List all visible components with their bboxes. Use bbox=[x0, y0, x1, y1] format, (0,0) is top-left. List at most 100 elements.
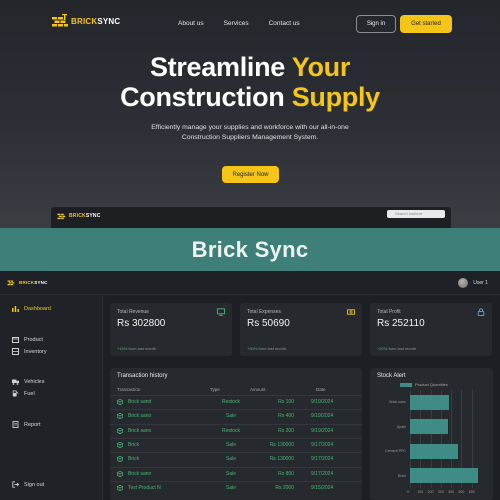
preview-search-input[interactable]: Search content bbox=[387, 210, 445, 218]
box-icon bbox=[12, 336, 19, 343]
table-row[interactable]: Brick Sale Rs 130000 9/17/2024 bbox=[110, 437, 362, 452]
table-row[interactable]: Test Product N Sale Rs 2000 9/15/2024 bbox=[110, 480, 362, 495]
transaction-date: 9/15/2024 bbox=[311, 484, 334, 491]
table-row[interactable]: Brick sano Sale Rs 800 9/17/2024 bbox=[110, 466, 362, 481]
preview-logo: BRICKSYNC bbox=[57, 212, 101, 220]
transaction-name: Test Product N bbox=[128, 484, 161, 491]
sidebar-item-vehicles[interactable]: Vehicles bbox=[12, 378, 45, 385]
card-label: Total Revenue bbox=[117, 309, 149, 315]
bar[interactable] bbox=[410, 394, 450, 410]
transaction-type: Sale bbox=[225, 441, 236, 448]
sidebar-item-sign-out[interactable]: Sign out bbox=[12, 481, 44, 488]
brand-name: BRICKSYNC bbox=[71, 16, 121, 26]
transaction-history-panel: Transaction history Transaction Type Amo… bbox=[110, 368, 362, 500]
cash-icon bbox=[347, 309, 355, 315]
nav-services[interactable]: Services bbox=[224, 20, 249, 27]
avatar bbox=[458, 278, 469, 288]
panel-title: Stock Alert bbox=[377, 373, 406, 379]
column-header: Transaction bbox=[117, 387, 141, 392]
legend-swatch bbox=[400, 382, 412, 387]
box-icon bbox=[117, 427, 123, 434]
user-name: User 1 bbox=[473, 280, 488, 286]
brand-logo[interactable]: BRICKSYNC bbox=[52, 14, 120, 28]
card-value: Rs 302800 bbox=[117, 318, 166, 329]
transaction-amount: Rs 130000 bbox=[269, 441, 294, 448]
sidebar: Dashboard Product Inventory Vehicles Fue… bbox=[0, 296, 103, 500]
transaction-name: Brick bbox=[128, 441, 140, 448]
card-label: Total Profit bbox=[377, 309, 401, 315]
transaction-name: Brick sand bbox=[128, 399, 152, 405]
report-icon bbox=[12, 421, 19, 428]
get-started-button[interactable]: Get started bbox=[400, 15, 452, 33]
transaction-type: Restock bbox=[221, 427, 241, 434]
sidebar-item-inventory[interactable]: Inventory bbox=[12, 348, 47, 355]
chart-icon bbox=[12, 305, 19, 312]
box-icon bbox=[117, 399, 123, 405]
card-value: Rs 50690 bbox=[247, 318, 290, 329]
transaction-amount: Rs 100 bbox=[278, 399, 294, 405]
transaction-date: 9/19/2024 bbox=[311, 413, 334, 420]
card-total-profit: Total Profit Rs 252110 +20% from last mo… bbox=[370, 303, 492, 356]
box-icon bbox=[117, 484, 123, 491]
register-now-button[interactable]: Register Now bbox=[222, 166, 279, 183]
transaction-name: Brick sano bbox=[128, 427, 152, 434]
column-header: Amount bbox=[250, 387, 266, 392]
transaction-type: Sale bbox=[225, 484, 236, 491]
brick-logo-icon bbox=[7, 280, 15, 286]
column-header: Type bbox=[210, 387, 220, 392]
transaction-amount: Rs 400 bbox=[278, 413, 294, 420]
transaction-name: Brick sano bbox=[128, 470, 152, 477]
box-icon bbox=[117, 470, 123, 477]
transaction-date: 9/17/2024 bbox=[311, 470, 334, 477]
transaction-type: Sale bbox=[225, 456, 236, 463]
chart-legend: Product Quantities bbox=[400, 382, 448, 387]
x-tick-label: 400 bbox=[448, 490, 455, 494]
user-menu[interactable]: User 1 bbox=[458, 278, 488, 288]
card-total-expenses: Total Expenses Rs 50690 +30% from last m… bbox=[240, 303, 362, 356]
hero-title: Streamline Your Construction Supply bbox=[120, 52, 380, 112]
banner-title: Brick Sync bbox=[191, 236, 309, 262]
hero-subtitle: Efficiently manage your supplies and wor… bbox=[151, 124, 349, 141]
table-row[interactable]: Brick sano Restock Rs 200 9/19/2024 bbox=[110, 423, 362, 438]
card-label: Total Expenses bbox=[247, 309, 281, 315]
transaction-amount: Rs 130000 bbox=[269, 456, 294, 463]
bar[interactable] bbox=[410, 419, 448, 435]
sidebar-item-report[interactable]: Report bbox=[12, 421, 41, 428]
transaction-type: Restock bbox=[221, 399, 241, 405]
x-tick-label: 600 bbox=[468, 490, 475, 494]
table-row[interactable]: Brick sand Restock Rs 100 9/19/2024 bbox=[110, 395, 362, 409]
table-row[interactable]: Brick sano Sale Rs 400 9/19/2024 bbox=[110, 409, 362, 423]
fuel-icon bbox=[12, 390, 19, 397]
card-value: Rs 252110 bbox=[377, 318, 425, 329]
top-nav: BRICKSYNC About us Services Contact us S… bbox=[0, 0, 500, 48]
transaction-type: Sale bbox=[225, 413, 236, 420]
box-icon bbox=[117, 456, 123, 463]
nav-contact-us[interactable]: Contact us bbox=[269, 20, 300, 27]
transaction-date: 9/19/2024 bbox=[311, 399, 334, 405]
dashboard-logo[interactable]: BRICKSYNC bbox=[7, 279, 48, 286]
x-tick-label: 100 bbox=[417, 490, 424, 494]
signout-icon bbox=[12, 481, 19, 488]
card-note: +15% from last month bbox=[117, 346, 157, 351]
table-row[interactable]: Brick Sale Rs 130000 9/17/2024 bbox=[110, 452, 362, 466]
sidebar-item-fuel[interactable]: Fuel bbox=[12, 390, 35, 397]
nav-about-us[interactable]: About us bbox=[178, 20, 204, 27]
sidebar-item-product[interactable]: Product bbox=[12, 336, 43, 343]
x-tick-label: 500 bbox=[458, 490, 465, 494]
bar[interactable] bbox=[410, 468, 478, 484]
inventory-icon bbox=[12, 348, 19, 355]
landing-hero: BRICKSYNC About us Services Contact us S… bbox=[0, 0, 500, 232]
brick-logo-icon bbox=[57, 213, 66, 220]
transaction-type: Sale bbox=[225, 470, 236, 477]
y-tick-label: Cement PPC bbox=[385, 449, 406, 454]
transaction-amount: Rs 800 bbox=[278, 470, 294, 477]
box-icon bbox=[117, 413, 123, 420]
sign-in-button[interactable]: Sign in bbox=[356, 15, 396, 33]
transaction-date: 9/17/2024 bbox=[311, 441, 334, 448]
bar[interactable] bbox=[410, 443, 459, 459]
x-tick-label: 0 bbox=[407, 490, 409, 494]
sidebar-item-dashboard[interactable]: Dashboard bbox=[12, 305, 51, 312]
brick-logo-icon bbox=[52, 14, 68, 27]
transaction-date: 9/17/2024 bbox=[311, 456, 334, 463]
banner: Brick Sync bbox=[0, 228, 500, 271]
